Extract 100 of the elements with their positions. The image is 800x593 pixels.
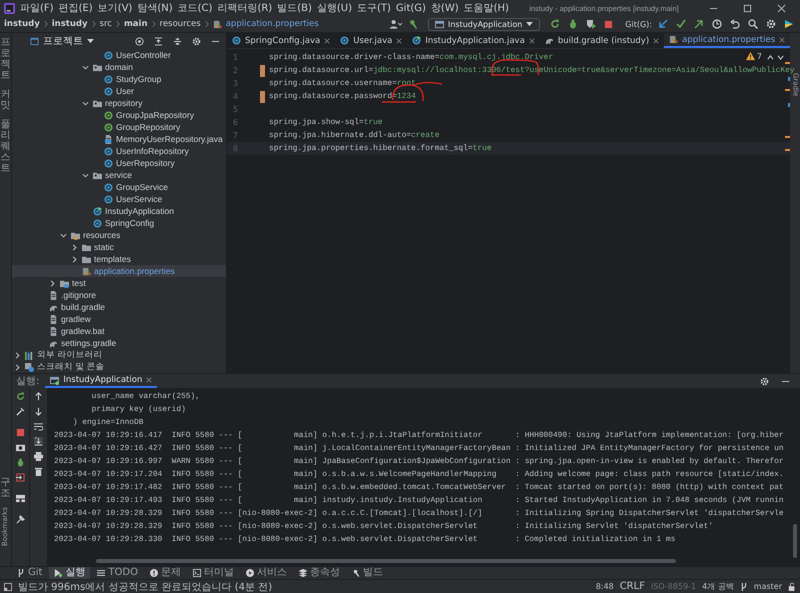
wrench-icon[interactable] [16,407,25,416]
side-tab[interactable]: 구조 [0,476,10,499]
plugin-logo-icon[interactable] [784,19,794,29]
git-branch[interactable]: master [754,582,782,591]
menu-item[interactable]: 코드(C) [178,1,212,15]
menu-item[interactable]: 빌드(B) [277,1,312,15]
scroll-to-end-icon[interactable] [34,437,43,446]
chevron-icon[interactable] [60,232,67,238]
tree-item[interactable]: StudyGroup [12,73,226,85]
tree-item[interactable]: GroupJpaRepository [12,109,226,121]
tool-window-tab[interactable]: TODO [92,567,144,579]
breadcrumb[interactable]: main [124,19,148,29]
side-tab[interactable]: 커밋 [0,89,10,111]
tree-item[interactable]: application.properties [12,265,226,277]
up-down-arrows-icon[interactable] [767,54,784,61]
tree-item[interactable]: test [12,277,226,289]
chevron-icon[interactable] [71,256,78,262]
scrollbar[interactable] [793,524,797,558]
stop-icon[interactable] [16,428,25,437]
target-icon[interactable] [135,36,144,46]
menu-item[interactable]: 리팩터링(R) [217,1,272,15]
menu-item[interactable]: 탐색(N) [137,1,173,15]
caret-position[interactable]: 8:48 [596,582,614,591]
tree-item[interactable]: User [12,85,226,97]
menu-item[interactable]: 파일(F) [20,1,54,15]
tool-window-tab[interactable]: 실행 [49,567,90,579]
trash-icon[interactable] [34,467,43,476]
rerun-icon[interactable] [16,392,25,401]
tool-window-tab[interactable]: Git [12,567,48,579]
breadcrumb[interactable]: resources [160,19,201,29]
tree-item[interactable]: static [12,241,226,253]
tree-item[interactable]: GroupRepository [12,121,226,133]
lock-icon[interactable] [788,582,796,590]
caret-icon[interactable] [87,38,94,44]
scrollbar[interactable] [96,559,676,563]
breadcrumb[interactable]: src [100,19,112,29]
chevron-icon[interactable] [82,64,89,70]
rerun-icon[interactable] [550,19,560,29]
arrow-icon[interactable] [658,19,668,29]
tree-item[interactable]: resources [12,229,226,241]
square-icon[interactable] [4,582,12,590]
tree-item[interactable]: .gitignore [12,289,226,301]
side-tab[interactable]: 프로젝트 [0,37,10,81]
clock-icon[interactable] [712,19,722,29]
chevron-icon[interactable] [49,280,56,286]
tree-item[interactable]: service [12,169,226,181]
layout-icon[interactable] [16,494,25,503]
chevron-icon[interactable] [71,244,78,250]
arrow-icon[interactable] [694,19,704,29]
menu-item[interactable]: Git(G) [396,2,426,14]
chevron-icon[interactable] [82,172,89,178]
tree-item[interactable]: UserService [12,193,226,205]
menu-item[interactable]: 도구(T) [357,1,391,15]
tree-item[interactable]: templates [12,253,226,265]
editor-tab[interactable]: InstudyApplication.java [407,33,540,48]
close-icon[interactable] [396,38,402,44]
tree-item[interactable]: gradlew [12,313,226,325]
undo-icon[interactable] [730,19,740,29]
tree-item[interactable]: domain [12,61,226,73]
pin-icon[interactable] [16,515,25,524]
chevron-icon[interactable] [14,352,21,358]
exit-icon[interactable] [16,473,25,482]
shield-icon[interactable] [586,19,596,29]
tool-window-tab[interactable]: 종속성 [294,567,346,579]
menu-item[interactable]: 편집(E) [58,1,93,15]
close-icon[interactable] [528,38,535,44]
person-icon[interactable] [388,19,402,29]
tool-window-tab[interactable]: 서비스 [241,567,292,579]
close-icon[interactable] [777,4,786,12]
editor-tab[interactable]: User.java [335,33,408,48]
stop-icon[interactable] [604,20,614,28]
tree-item[interactable]: settings.gradle [12,337,226,349]
settings-icon[interactable] [192,36,201,46]
maximize-icon[interactable] [743,4,752,12]
tree-item[interactable]: repository [12,97,226,109]
indent-setting[interactable]: 4개 공백 [702,581,734,592]
tree-item[interactable]: InstudyApplication [12,205,226,217]
warning-count[interactable]: 7 [746,52,762,61]
check-icon[interactable] [676,19,686,29]
tree-item[interactable]: MemoryUserRepository.java [12,133,226,145]
down-arrow-icon[interactable] [34,407,43,416]
tree-item[interactable]: gradlew.bat [12,325,226,337]
side-tab[interactable]: 풀 리퀘스트 [0,119,10,174]
close-icon[interactable] [653,38,660,44]
tree-item[interactable]: SpringConfig [12,217,226,229]
tree-item[interactable]: build.gradle [12,301,226,313]
menu-item[interactable]: 실행(U) [316,1,352,15]
menu-item[interactable]: 도움말(H) [464,1,509,15]
search-icon[interactable] [748,19,758,29]
tree-item[interactable]: UserRepository [12,157,226,169]
expand-all-icon[interactable] [154,36,163,46]
menu-item[interactable]: 보기(V) [98,1,132,15]
breadcrumb[interactable]: instudy [52,19,88,29]
editor-tab[interactable]: build.gradle (instudy) [540,33,664,48]
editor-tab[interactable]: SpringConfig.java [227,33,336,48]
tree-item[interactable]: GroupService [12,181,226,193]
wrap-icon[interactable] [34,422,43,431]
close-icon[interactable] [146,377,152,383]
settings-icon[interactable] [766,19,776,29]
tree-item[interactable]: 스크래치 및 콘솔 [12,361,226,373]
